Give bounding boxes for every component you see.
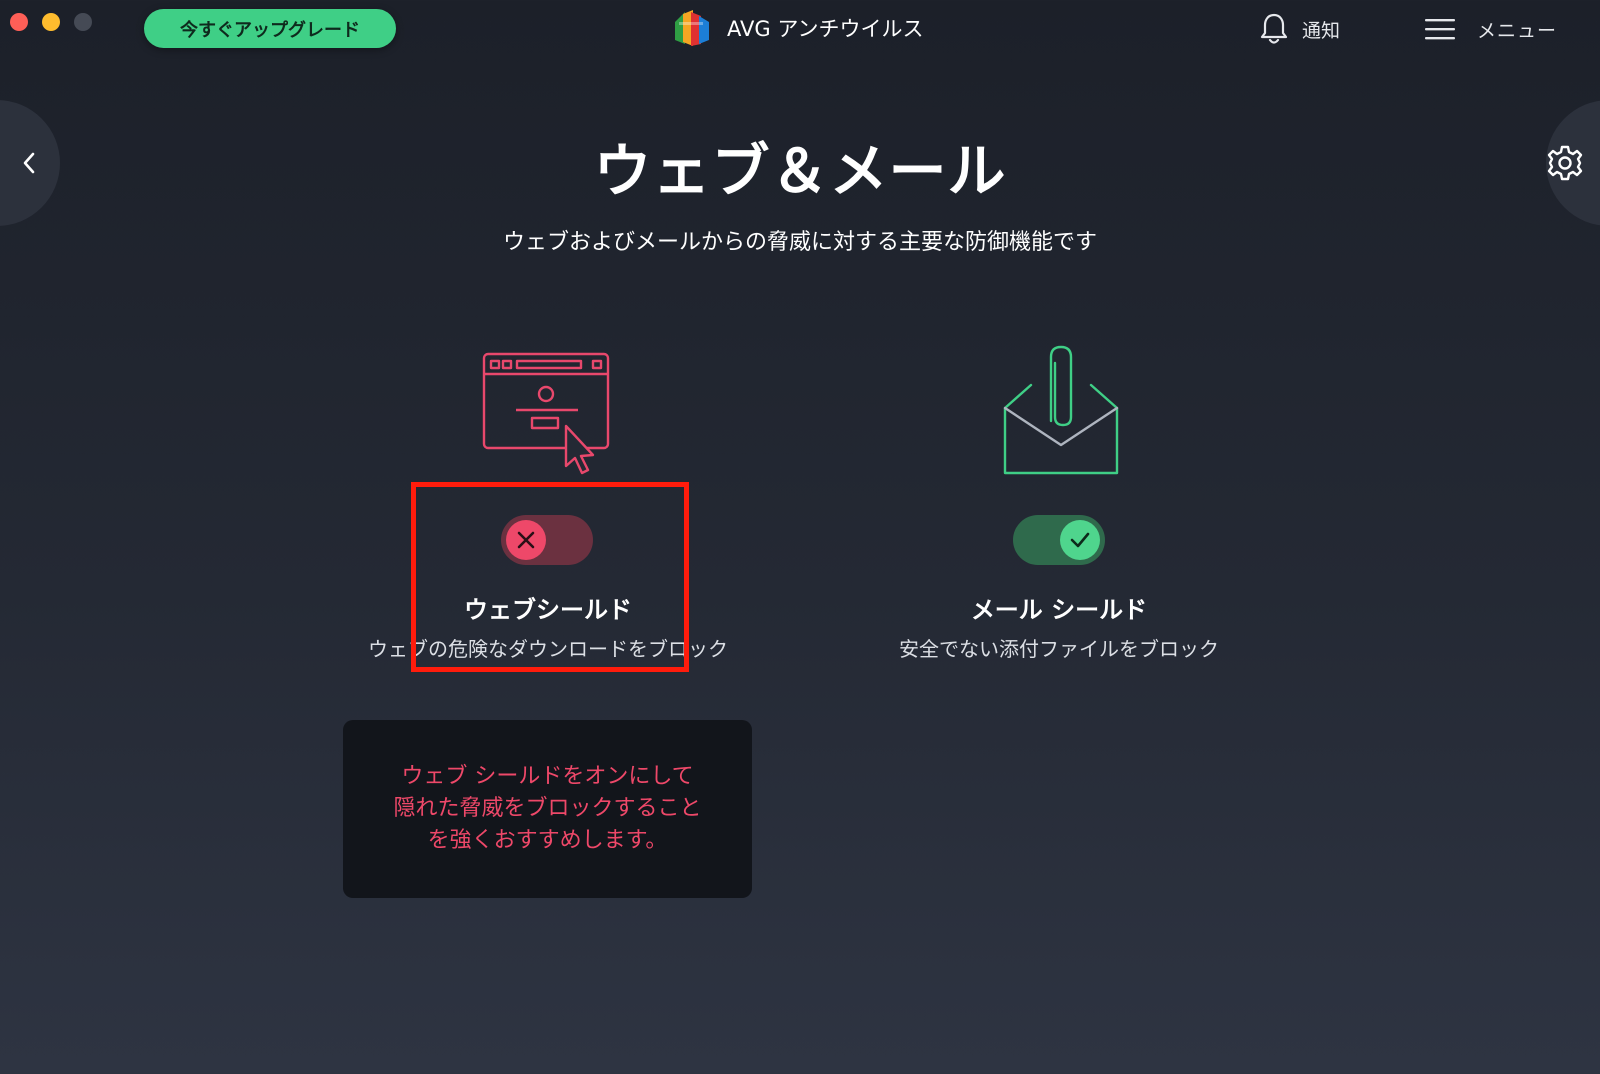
page-title: ウェブ＆メール bbox=[593, 137, 1007, 205]
warning-text: ウェブ シールドをオンにして隠れた脅威をブロックすることを強くおすすめします。 bbox=[393, 764, 702, 853]
toggle-knob bbox=[506, 520, 546, 560]
envelope-paperclip-icon bbox=[1003, 345, 1119, 481]
avg-logo-icon bbox=[675, 10, 709, 46]
window-close-button[interactable] bbox=[10, 13, 28, 31]
web-shield-title: ウェブシールド bbox=[464, 596, 632, 624]
app-brand: AVG アンチウイルス bbox=[671, 8, 924, 48]
browser-cursor-icon bbox=[482, 352, 614, 486]
notifications-button[interactable]: 通知 bbox=[1260, 10, 1340, 48]
mail-shield-title: メール シールド bbox=[970, 596, 1148, 624]
menu-label: メニュー bbox=[1477, 19, 1558, 42]
menu-button[interactable]: メニュー bbox=[1425, 10, 1557, 48]
hamburger-icon bbox=[1425, 19, 1455, 40]
window-minimize-button[interactable] bbox=[42, 13, 60, 31]
web-shield-toggle[interactable] bbox=[501, 515, 593, 565]
mail-shield-description: 安全でない添付ファイルをブロック bbox=[899, 637, 1219, 661]
checkmark-icon bbox=[1070, 532, 1090, 548]
notifications-label: 通知 bbox=[1302, 19, 1341, 42]
bell-icon bbox=[1260, 13, 1288, 44]
window-zoom-button[interactable] bbox=[74, 13, 92, 31]
close-icon bbox=[517, 531, 535, 549]
web-shield-description: ウェブの危険なダウンロードをブロック bbox=[368, 637, 728, 661]
upgrade-now-button[interactable]: 今すぐアップグレード bbox=[144, 9, 396, 48]
mail-shield-toggle[interactable] bbox=[1013, 515, 1105, 565]
app-title: AVG アンチウイルス bbox=[727, 17, 924, 41]
page-subtitle: ウェブおよびメールからの脅威に対する主要な防御機能です bbox=[502, 230, 1097, 255]
toggle-knob bbox=[1060, 520, 1100, 560]
web-shield-warning: ウェブ シールドをオンにして隠れた脅威をブロックすることを強くおすすめします。 bbox=[343, 720, 752, 898]
